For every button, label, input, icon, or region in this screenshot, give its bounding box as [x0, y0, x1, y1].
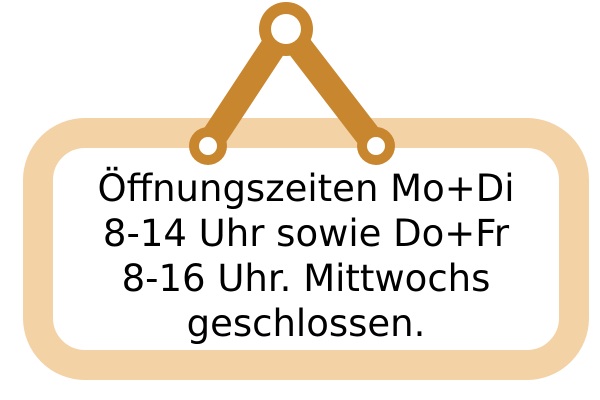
opening-hours-text: Öffnungszeiten Mo+Di 8-14 Uhr sowie Do+F…	[23, 166, 589, 346]
opening-hours-line-1: Öffnungszeiten Mo+Di	[97, 167, 515, 210]
scene: Öffnungszeiten Mo+Di 8-14 Uhr sowie Do+F…	[0, 0, 600, 400]
opening-hours-line-4: geschlossen.	[186, 302, 426, 345]
opening-hours-line-2: 8-14 Uhr sowie Do+Fr	[102, 212, 510, 255]
opening-hours-line-3: 8-16 Uhr. Mittwochs	[121, 257, 491, 300]
